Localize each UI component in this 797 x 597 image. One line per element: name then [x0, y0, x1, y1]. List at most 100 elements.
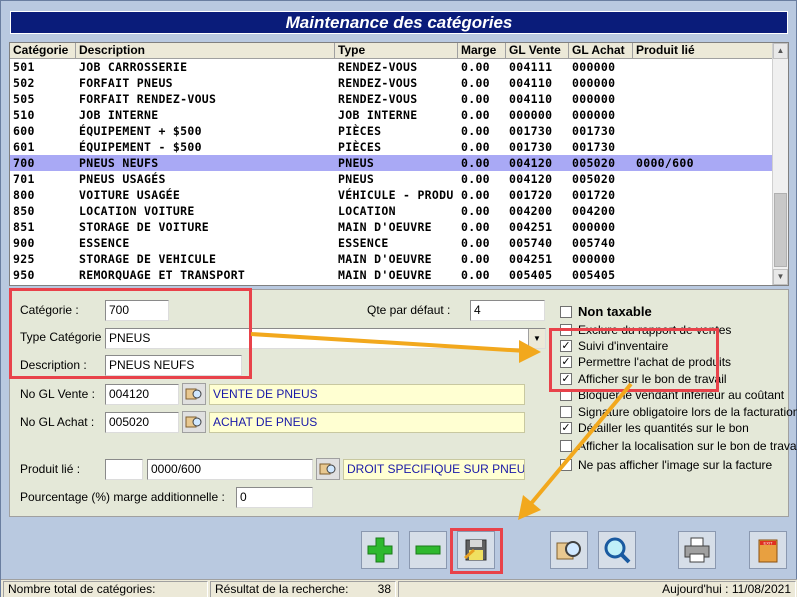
gl-vente-input[interactable]: 004120 — [105, 384, 179, 405]
col-header-marge[interactable]: Marge — [458, 43, 506, 59]
checkmark-icon[interactable]: ✓ — [560, 422, 572, 434]
cell-description: ÉQUIPEMENT - $500 — [79, 140, 202, 154]
cell-gl-vente: 004120 — [509, 172, 553, 186]
cell-gl-vente: 001730 — [509, 140, 553, 154]
zoom-find-icon — [604, 537, 631, 564]
gl-achat-lookup-button[interactable] — [182, 411, 206, 433]
table-row[interactable]: 800 VOITURE USAGÉE VÉHICULE - PRODU 0.00 001… — [10, 187, 774, 203]
table-row[interactable]: 700 PNEUS NEUFS PNEUS 0.00 004120 005020 0000/… — [10, 155, 774, 171]
chevron-down-icon[interactable]: ▼ — [528, 329, 545, 348]
search-lookup-icon — [185, 416, 202, 428]
produit-lie-input[interactable]: 0000/600 — [147, 459, 313, 480]
cell-produit-lie — [633, 187, 774, 203]
option-checkbox[interactable]: Non taxable — [560, 304, 652, 319]
gl-vente-lookup-button[interactable] — [182, 383, 206, 405]
table-row[interactable]: 600 ÉQUIPEMENT + $500 PIÈCES 0.00 001730 0017… — [10, 123, 774, 139]
cell-gl-achat: 000000 — [572, 252, 616, 266]
table-row[interactable]: 502 FORFAIT PNEUS RENDEZ-VOUS 0.00 004110 000… — [10, 75, 774, 91]
exit-button[interactable]: EXIT — [749, 531, 787, 569]
type-categorie-select[interactable]: PNEUS ▼ — [105, 328, 546, 349]
table-row[interactable]: 850 LOCATION VOITURE LOCATION 0.00 004200 004… — [10, 203, 774, 219]
empty-checkbox-icon[interactable] — [560, 324, 572, 336]
print-button[interactable] — [678, 531, 716, 569]
scroll-up-arrow-icon[interactable]: ▲ — [773, 43, 788, 59]
scroll-down-arrow-icon[interactable]: ▼ — [773, 269, 788, 285]
col-header-gl-achat[interactable]: GL Achat — [569, 43, 633, 59]
col-header-type[interactable]: Type — [335, 43, 458, 59]
qte-defaut-input[interactable]: 4 — [470, 300, 545, 321]
table-row[interactable]: 510 JOB INTERNE JOB INTERNE 0.00 000000 00000… — [10, 107, 774, 123]
checkmark-icon[interactable]: ✓ — [560, 373, 572, 385]
col-header-produit-lie[interactable]: Produit lié — [633, 43, 774, 59]
cell-produit-lie — [633, 203, 774, 219]
cell-description: JOB CARROSSERIE — [79, 60, 188, 74]
table-row[interactable]: 950 REMORQUAGE ET TRANSPORT MAIN D'OEUVRE 0… — [10, 267, 774, 283]
col-header-gl-vente[interactable]: GL Vente — [506, 43, 569, 59]
table-row[interactable]: 505 FORFAIT RENDEZ-VOUS RENDEZ-VOUS 0.00 004… — [10, 91, 774, 107]
empty-checkbox-icon[interactable] — [560, 305, 572, 318]
produit-prefix-input[interactable] — [105, 459, 143, 480]
cell-gl-achat: 000000 — [572, 60, 616, 74]
option-checkbox[interactable]: Bloquer le vendant inférieur au coûtant — [560, 388, 784, 402]
cell-description: PNEUS USAGÉS — [79, 172, 166, 186]
cell-gl-achat: 005020 — [572, 172, 616, 186]
cell-type: MAIN D'OEUVRE — [338, 252, 432, 266]
option-checkbox[interactable]: Signature obligatoire lors de la factura… — [560, 405, 797, 419]
categories-grid[interactable]: Catégorie Description Type Marge GL Vent… — [9, 42, 789, 286]
table-row[interactable]: 701 PNEUS USAGÉS PNEUS 0.00 004120 005020 — [10, 171, 774, 187]
cell-gl-achat: 005020 — [572, 156, 616, 170]
table-row[interactable]: 900 ESSENCE ESSENCE 0.00 005740 005740 — [10, 235, 774, 251]
gl-achat-label: No GL Achat : — [20, 415, 95, 429]
status-search-value: 38 — [377, 582, 391, 596]
cell-marge: 0.00 — [461, 92, 490, 106]
empty-checkbox-icon[interactable] — [560, 440, 572, 452]
empty-checkbox-icon[interactable] — [560, 406, 572, 418]
description-input[interactable]: PNEUS NEUFS — [105, 355, 242, 376]
option-checkbox[interactable]: Ne pas afficher l'image sur la facture — [560, 458, 772, 472]
gl-vente-description: VENTE DE PNEUS — [209, 384, 525, 405]
cell-marge: 0.00 — [461, 172, 490, 186]
floppy-save-icon — [464, 539, 487, 561]
checkmark-icon[interactable]: ✓ — [560, 340, 572, 352]
table-row[interactable]: 925 STORAGE DE VEHICULE MAIN D'OEUVRE 0.00 0… — [10, 251, 774, 267]
option-checkbox[interactable]: ✓ Détailler les quantités sur le bon — [560, 421, 749, 435]
status-total-label: Nombre total de catégories: — [8, 582, 156, 596]
table-row[interactable]: 501 JOB CARROSSERIE RENDEZ-VOUS 0.00 004111 0… — [10, 59, 774, 75]
empty-checkbox-icon[interactable] — [560, 389, 572, 401]
option-checkbox[interactable]: ✓ Permettre l'achat de produits — [560, 355, 731, 369]
option-checkbox-label: Non taxable — [578, 304, 652, 319]
cell-description: REMORQUAGE ET TRANSPORT — [79, 268, 246, 282]
save-button[interactable] — [457, 531, 495, 569]
option-checkbox[interactable]: ✓ Afficher sur le bon de travail — [560, 372, 727, 386]
empty-checkbox-icon[interactable] — [560, 459, 572, 471]
col-header-categorie[interactable]: Catégorie — [10, 43, 76, 59]
remove-button[interactable] — [409, 531, 447, 569]
checkmark-icon[interactable]: ✓ — [560, 356, 572, 368]
type-categorie-value: PNEUS — [109, 331, 151, 345]
cell-marge: 0.00 — [461, 76, 490, 90]
option-checkbox-label: Signature obligatoire lors de la factura… — [578, 405, 797, 419]
cell-gl-achat: 001720 — [572, 188, 616, 202]
cell-type: PNEUS — [338, 156, 375, 170]
table-row[interactable]: 851 STORAGE DE VOITURE MAIN D'OEUVRE 0.00 00… — [10, 219, 774, 235]
pourcentage-input[interactable]: 0 — [236, 487, 313, 508]
table-row[interactable]: 601 ÉQUIPEMENT - $500 PIÈCES 0.00 001730 0017… — [10, 139, 774, 155]
option-checkbox[interactable]: ✓ Suivi d'inventaire — [560, 339, 668, 353]
option-checkbox-label: Détailler les quantités sur le bon — [578, 421, 749, 435]
option-checkbox[interactable]: Afficher la localisation sur le bon de t… — [560, 439, 797, 453]
col-header-description[interactable]: Description — [76, 43, 335, 59]
gl-achat-input[interactable]: 005020 — [105, 412, 179, 433]
cell-produit-lie — [633, 139, 774, 155]
grid-vertical-scrollbar[interactable]: ▲ ▼ — [772, 43, 788, 285]
produit-lookup-button[interactable] — [316, 458, 340, 480]
add-button[interactable] — [361, 531, 399, 569]
cell-categorie: 501 — [13, 60, 35, 74]
find-button[interactable] — [598, 531, 636, 569]
magnifier-search-icon — [556, 541, 581, 560]
search-button[interactable] — [550, 531, 588, 569]
option-checkbox[interactable]: Exclure du rapport de ventes — [560, 323, 731, 337]
cell-gl-vente: 001720 — [509, 188, 553, 202]
categorie-input[interactable]: 700 — [105, 300, 169, 321]
categorie-label: Catégorie : — [20, 303, 79, 317]
scroll-thumb[interactable] — [774, 193, 787, 267]
